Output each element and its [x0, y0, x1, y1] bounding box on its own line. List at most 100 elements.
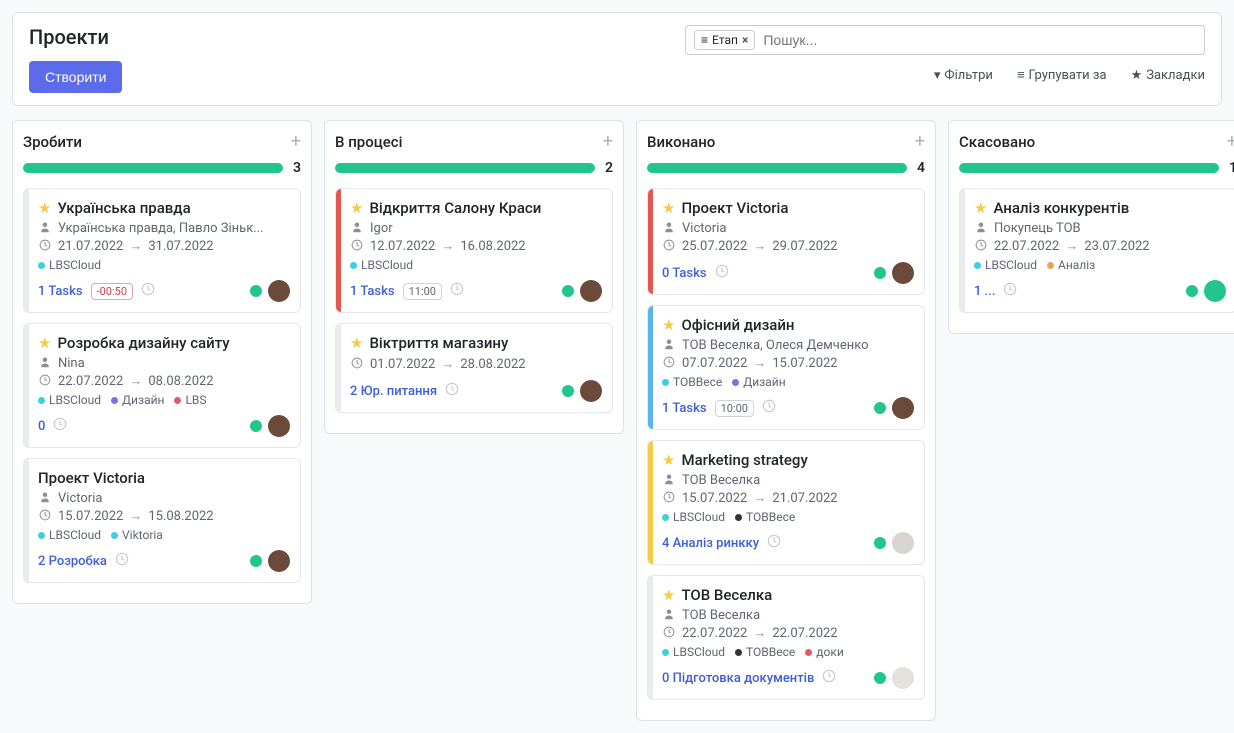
- status-dot[interactable]: [874, 267, 886, 279]
- favorites-button[interactable]: ★ Закладки: [1131, 67, 1205, 83]
- star-icon[interactable]: ★: [662, 451, 675, 469]
- tag[interactable]: Дизайн: [732, 375, 785, 389]
- star-icon[interactable]: ★: [662, 586, 675, 604]
- activity-icon[interactable]: [715, 264, 729, 282]
- avatar[interactable]: [892, 397, 914, 419]
- star-icon[interactable]: ★: [350, 334, 363, 352]
- kanban-card[interactable]: ★Аналіз конкурентів Покупець ТОВ 22.07.2…: [959, 188, 1234, 313]
- user-icon: [662, 338, 676, 353]
- card-task-link[interactable]: 0 Підготовка документів: [662, 671, 814, 686]
- card-task-link[interactable]: 1 Tasks: [662, 401, 707, 416]
- kanban-card[interactable]: ★Віктриття магазину 01.07.2022 → 28.08.2…: [335, 323, 613, 413]
- tag-dot: [662, 649, 669, 656]
- status-dot[interactable]: [250, 555, 262, 567]
- add-card-button[interactable]: +: [603, 131, 613, 152]
- status-dot[interactable]: [874, 402, 886, 414]
- status-dot[interactable]: [874, 537, 886, 549]
- avatar[interactable]: [268, 280, 290, 302]
- status-dot[interactable]: [250, 285, 262, 297]
- user-icon: [974, 221, 988, 236]
- search-input[interactable]: [763, 32, 1196, 48]
- tag[interactable]: ТОВВесе: [735, 510, 795, 524]
- tag[interactable]: LBSCloud: [974, 258, 1037, 272]
- groupby-button[interactable]: ≡ Групувати за: [1017, 67, 1107, 83]
- kanban-card[interactable]: ★Офісний дизайн ТОВ Веселка, Олеся Демче…: [647, 305, 925, 430]
- card-owner: Покупець ТОВ: [994, 221, 1081, 236]
- tag[interactable]: LBSCloud: [350, 258, 413, 272]
- tag-dot: [662, 514, 669, 521]
- activity-icon[interactable]: [450, 282, 464, 300]
- card-tags: LBSCloud Аналіз: [974, 258, 1226, 272]
- kanban-card[interactable]: ★Проект Victoria Victoria 25.07.2022 → 2…: [647, 188, 925, 295]
- filters-button[interactable]: ▾ Фільтри: [934, 67, 993, 83]
- kanban-card[interactable]: ★ТОВ Веселка ТОВ Веселка 22.07.2022 → 22…: [647, 575, 925, 700]
- activity-icon[interactable]: [822, 669, 836, 687]
- activity-icon[interactable]: [53, 417, 67, 435]
- status-dot[interactable]: [250, 420, 262, 432]
- tag[interactable]: доки: [805, 645, 844, 659]
- tag[interactable]: Viktoria: [111, 528, 163, 542]
- card-task-link[interactable]: 0 Tasks: [662, 266, 707, 281]
- tag[interactable]: LBS: [174, 393, 206, 407]
- activity-icon[interactable]: [141, 282, 155, 300]
- avatar[interactable]: [268, 415, 290, 437]
- card-date-end: 31.07.2022: [148, 239, 213, 254]
- add-card-button[interactable]: +: [1227, 131, 1234, 152]
- status-dot[interactable]: [562, 385, 574, 397]
- card-date-start: 22.07.2022: [58, 374, 123, 389]
- avatar[interactable]: [892, 667, 914, 689]
- card-task-link[interactable]: 2 Юр. питання: [350, 384, 437, 399]
- avatar[interactable]: [892, 262, 914, 284]
- add-card-button[interactable]: +: [291, 131, 301, 152]
- card-task-link[interactable]: 1 Tasks: [350, 284, 395, 299]
- tag[interactable]: ТОВВесе: [735, 645, 795, 659]
- card-task-link[interactable]: 0: [38, 419, 45, 434]
- status-dot[interactable]: [562, 285, 574, 297]
- star-icon[interactable]: ★: [662, 316, 675, 334]
- status-dot[interactable]: [874, 672, 886, 684]
- kanban-card[interactable]: ★Розробка дизайну сайту Nina 22.07.2022 …: [23, 323, 301, 448]
- tag[interactable]: LBSCloud: [662, 510, 725, 524]
- kanban-card[interactable]: ★Українська правда Українська правда, Па…: [23, 188, 301, 313]
- card-task-link[interactable]: 2 Розробка: [38, 554, 107, 569]
- star-icon[interactable]: ★: [662, 199, 675, 217]
- star-icon[interactable]: ★: [350, 199, 363, 217]
- card-task-link[interactable]: 4 Аналіз ринкку: [662, 536, 759, 551]
- activity-icon[interactable]: [767, 534, 781, 552]
- activity-icon[interactable]: [115, 552, 129, 570]
- search-bar[interactable]: ≡ Етап ×: [685, 25, 1205, 55]
- add-card-button[interactable]: +: [915, 131, 925, 152]
- activity-icon[interactable]: [762, 399, 776, 417]
- star-icon[interactable]: ★: [974, 199, 987, 217]
- star-icon[interactable]: ★: [38, 199, 51, 217]
- tag[interactable]: Дизайн: [111, 393, 164, 407]
- view-toolbar: ▾ Фільтри ≡ Групувати за ★ Закладки: [934, 67, 1205, 83]
- kanban-card[interactable]: Проект Victoria Victoria 15.07.2022 → 15…: [23, 458, 301, 583]
- activity-icon[interactable]: [1003, 282, 1017, 300]
- avatar[interactable]: [580, 380, 602, 402]
- card-task-link[interactable]: 1 Tasks: [38, 284, 83, 299]
- column-count: 2: [605, 160, 613, 176]
- tag[interactable]: LBSCloud: [38, 528, 101, 542]
- tag[interactable]: Аналіз: [1047, 258, 1095, 272]
- close-icon[interactable]: ×: [742, 33, 748, 47]
- tag[interactable]: LBSCloud: [38, 258, 101, 272]
- kanban-card[interactable]: ★Marketing strategy ТОВ Веселка 15.07.20…: [647, 440, 925, 565]
- favorites-label: Закладки: [1146, 68, 1205, 83]
- create-button[interactable]: Створити: [29, 61, 122, 93]
- kanban-card[interactable]: ★Відкриття Салону Краси Igor 12.07.2022 …: [335, 188, 613, 313]
- card-task-link[interactable]: 1 ...: [974, 284, 995, 299]
- tag[interactable]: ТОВВесе: [662, 375, 722, 389]
- avatar[interactable]: [892, 532, 914, 554]
- card-title: Проект Victoria: [38, 469, 145, 487]
- filter-chip-stage[interactable]: ≡ Етап ×: [694, 30, 755, 50]
- avatar[interactable]: [1204, 280, 1226, 302]
- avatar[interactable]: [580, 280, 602, 302]
- arrow-right-icon: →: [1065, 238, 1078, 254]
- avatar[interactable]: [268, 550, 290, 572]
- status-dot[interactable]: [1186, 285, 1198, 297]
- tag[interactable]: LBSCloud: [38, 393, 101, 407]
- star-icon[interactable]: ★: [38, 334, 51, 352]
- activity-icon[interactable]: [445, 382, 459, 400]
- tag[interactable]: LBSCloud: [662, 645, 725, 659]
